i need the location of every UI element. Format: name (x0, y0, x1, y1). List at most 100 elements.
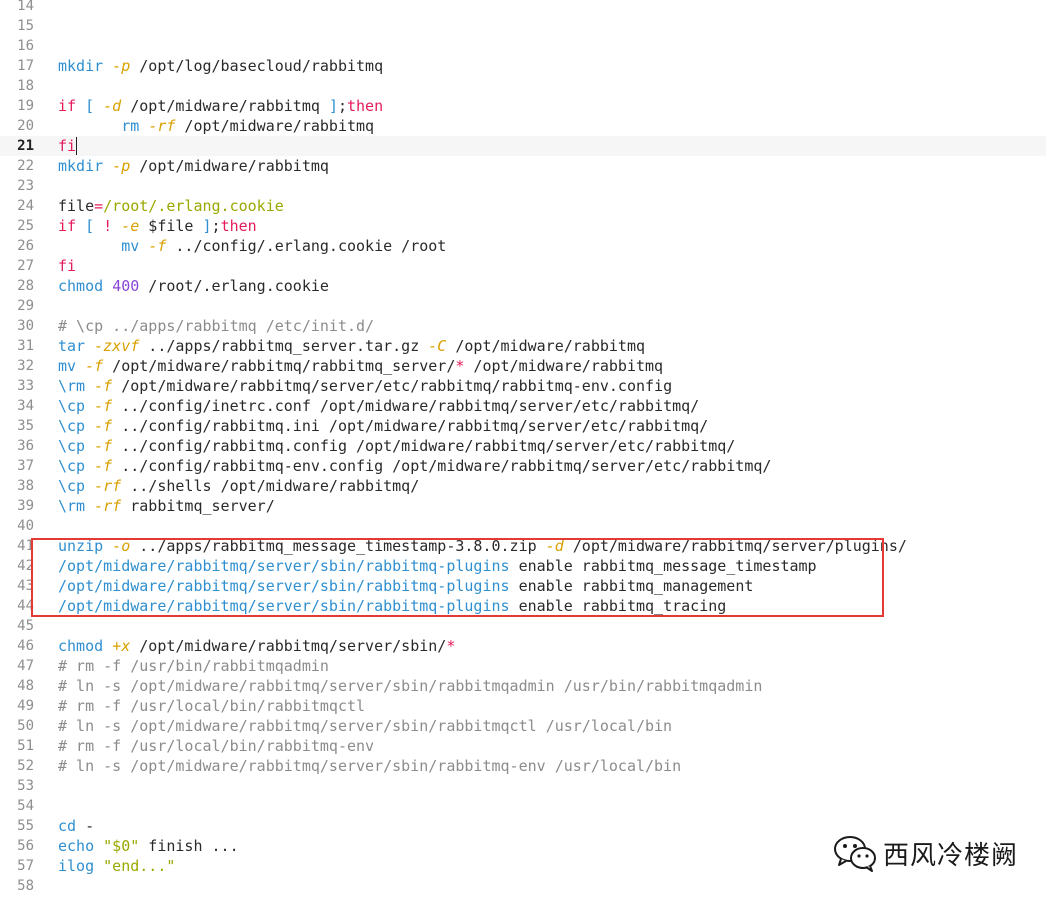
code-line[interactable]: 24 file=/root/.erlang.cookie (0, 196, 1046, 216)
line-number: 51 (17, 738, 34, 754)
code-token: mkdir (58, 57, 104, 75)
code-token: ../apps/rabbitmq_server.tar.gz (139, 337, 429, 355)
code-line[interactable]: 53 (0, 776, 1046, 796)
code-line[interactable]: 32 mv -f /opt/midware/rabbitmq/rabbitmq_s… (0, 356, 1046, 376)
code-line[interactable]: 29 (0, 296, 1046, 316)
code-token: ../config/inetrc.conf /opt/midware/rabbi… (112, 397, 700, 415)
code-line[interactable]: 36 \cp -f ../config/rabbitmq.config /opt/… (0, 436, 1046, 456)
code-token: # \cp ../apps/rabbitmq /etc/init.d/ (58, 317, 375, 335)
code-text: # \cp ../apps/rabbitmq /etc/init.d/ (58, 316, 374, 336)
line-number: 16 (17, 38, 34, 54)
code-token: /opt/midware/rabbitmq (130, 157, 329, 175)
code-token: -f (94, 377, 113, 395)
line-number: 23 (17, 178, 34, 194)
line-number: 14 (17, 0, 34, 14)
code-line[interactable]: 37 \cp -f ../config/rabbitmq-env.config /… (0, 456, 1046, 476)
code-line[interactable]: 27 fi (0, 256, 1046, 276)
line-number: 25 (17, 218, 34, 234)
code-token: -e (121, 217, 140, 235)
code-line[interactable]: 19 if [ -d /opt/midware/rabbitmq ];then (0, 96, 1046, 116)
watermark-text: 西风冷楼阙 (883, 840, 1019, 871)
code-text: mv -f ../config/.erlang.cookie /root (58, 236, 446, 256)
code-line[interactable]: 52 # ln -s /opt/midware/rabbitmq/server/s… (0, 756, 1046, 776)
code-line[interactable]: 35 \cp -f ../config/rabbitmq.ini /opt/mid… (0, 416, 1046, 436)
code-token: # ln -s /opt/midware/rabbitmq/server/sbi… (58, 677, 763, 695)
line-number: 52 (17, 758, 34, 774)
code-line[interactable]: 22 mkdir -p /opt/midware/rabbitmq (0, 156, 1046, 176)
code-text: chmod +x /opt/midware/rabbitmq/server/sb… (58, 636, 455, 656)
code-line[interactable]: 38 \cp -rf ../shells /opt/midware/rabbitm… (0, 476, 1046, 496)
line-number: 36 (17, 438, 34, 454)
code-line[interactable]: 21 fi (0, 136, 1046, 156)
code-line[interactable]: 51 # rm -f /usr/local/bin/rabbitmq-env (0, 736, 1046, 756)
code-token: [ (85, 97, 95, 115)
code-line[interactable]: 48 # ln -s /opt/midware/rabbitmq/server/s… (0, 676, 1046, 696)
line-number: 54 (17, 798, 34, 814)
line-number: 32 (17, 358, 34, 374)
code-line[interactable]: 20 rm -rf /opt/midware/rabbitmq (0, 116, 1046, 136)
code-text: rm -rf /opt/midware/rabbitmq (58, 116, 374, 136)
code-token: then (220, 217, 257, 235)
line-number: 24 (17, 198, 34, 214)
code-text: ilog "end..." (58, 856, 175, 876)
code-editor[interactable]: 14 15 16 17 mkdir -p /opt/log/basecloud/rabb… (0, 0, 1046, 896)
code-text: tar -zxvf ../apps/rabbitmq_server.tar.gz… (58, 336, 645, 356)
code-line[interactable]: 54 (0, 796, 1046, 816)
code-line[interactable]: 14 (0, 0, 1046, 16)
code-token: # rm -f /usr/local/bin/rabbitmqctl (58, 697, 366, 715)
code-token: rabbitmq_server/ (121, 497, 275, 515)
code-line[interactable]: 28 chmod 400 /root/.erlang.cookie (0, 276, 1046, 296)
code-token: /opt/midware/rabbitmq/server/sbin/ (130, 637, 447, 655)
code-line[interactable]: 46 chmod +x /opt/midware/rabbitmq/server/… (0, 636, 1046, 656)
code-line[interactable]: 26 mv -f ../config/.erlang.cookie /root (0, 236, 1046, 256)
line-number: 44 (17, 598, 34, 614)
code-line[interactable]: 17 mkdir -p /opt/log/basecloud/rabbitmq (0, 56, 1046, 76)
code-text: fi (58, 256, 76, 276)
code-line[interactable]: 15 (0, 16, 1046, 36)
code-line[interactable]: 16 (0, 36, 1046, 56)
line-number: 45 (17, 618, 34, 634)
code-token: -rf (94, 497, 122, 515)
code-line[interactable]: 18 (0, 76, 1046, 96)
line-number: 41 (17, 538, 34, 554)
code-line[interactable]: 45 (0, 616, 1046, 636)
code-line[interactable]: 40 (0, 516, 1046, 536)
code-text: fi (58, 136, 76, 156)
code-token: [ (85, 217, 95, 235)
code-text: \cp -f ../config/rabbitmq.ini /opt/midwa… (58, 416, 708, 436)
line-number: 19 (17, 98, 34, 114)
code-token: ../config/rabbitmq-env.config /opt/midwa… (112, 457, 772, 475)
code-token: -d (103, 97, 122, 115)
code-line[interactable]: 50 # ln -s /opt/midware/rabbitmq/server/s… (0, 716, 1046, 736)
line-number: 48 (17, 678, 34, 694)
code-line[interactable]: 58 (0, 876, 1046, 896)
code-text: \rm -rf rabbitmq_server/ (58, 496, 275, 516)
code-token: /root/.erlang.cookie (139, 277, 329, 295)
code-text: \cp -f ../config/inetrc.conf /opt/midwar… (58, 396, 699, 416)
code-line[interactable]: 31 tar -zxvf ../apps/rabbitmq_server.tar.… (0, 336, 1046, 356)
code-line[interactable]: 49 # rm -f /usr/local/bin/rabbitmqctl (0, 696, 1046, 716)
code-text: # ln -s /opt/midware/rabbitmq/server/sbi… (58, 716, 672, 736)
code-line[interactable]: 55 cd - (0, 816, 1046, 836)
watermark: 西风冷楼阙 (833, 834, 1018, 872)
code-line[interactable]: 47 # rm -f /usr/bin/rabbitmqadmin (0, 656, 1046, 676)
text-cursor (76, 137, 77, 155)
code-text: if [ ! -e $file ];then (58, 216, 257, 236)
code-text: \rm -f /opt/midware/rabbitmq/server/etc/… (58, 376, 672, 396)
line-number: 26 (17, 238, 34, 254)
code-line[interactable]: 39 \rm -rf rabbitmq_server/ (0, 496, 1046, 516)
code-token: "end..." (103, 857, 176, 875)
code-line[interactable]: 34 \cp -f ../config/inetrc.conf /opt/midw… (0, 396, 1046, 416)
code-line[interactable]: 30 # \cp ../apps/rabbitmq /etc/init.d/ (0, 316, 1046, 336)
code-line[interactable]: 25 if [ ! -e $file ];then (0, 216, 1046, 236)
line-number: 29 (17, 298, 34, 314)
code-line[interactable]: 33 \rm -f /opt/midware/rabbitmq/server/et… (0, 376, 1046, 396)
code-token: ] (328, 97, 338, 115)
code-line[interactable]: 23 (0, 176, 1046, 196)
line-number: 31 (17, 338, 34, 354)
wechat-icon (834, 836, 876, 872)
code-token: \cp (58, 417, 86, 435)
